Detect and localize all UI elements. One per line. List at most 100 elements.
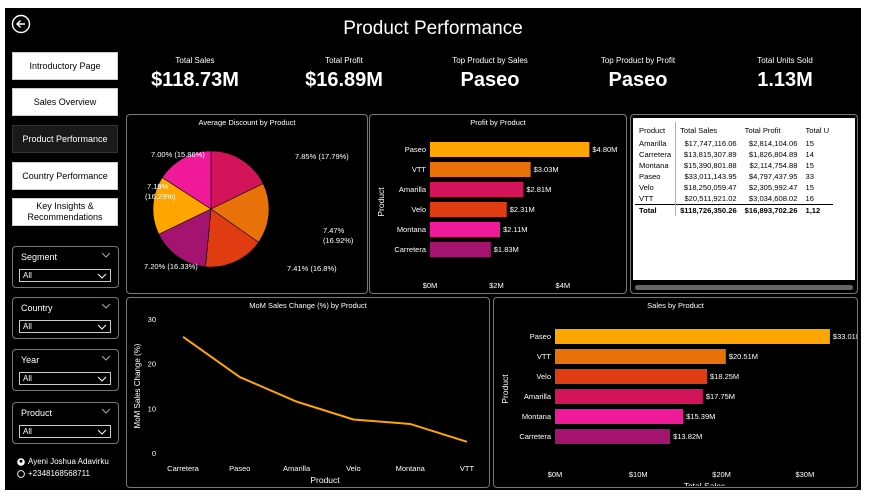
y-axis-title: Product [500,374,510,404]
year-slicer[interactable]: Year All [12,349,119,391]
product-matrix-panel: Product Total Sales Total Profit Total U… [630,114,858,294]
chevron-down-icon [97,376,107,382]
pie-data-label: 7.47% [323,226,345,235]
category-tick-label: Velo [536,372,551,381]
cell: $1,826,804.89 [748,150,798,159]
nav-country-performance[interactable]: Country Performance [12,162,118,190]
kpi-total-profit: Total Profit $16.89M [284,56,404,92]
dropdown-value: All [23,427,32,436]
country-dropdown[interactable]: All [19,320,111,333]
slicer-label: Year [21,355,40,365]
product-dropdown[interactable]: All [19,425,111,438]
product-matrix[interactable]: Product Total Sales Total Profit Total U… [635,122,834,216]
segment-dropdown[interactable]: All [19,269,111,282]
category-tick-label: Carretera [394,245,427,254]
col-header[interactable]: Total U [801,122,833,138]
bar[interactable] [430,222,501,237]
bar[interactable] [555,369,707,384]
chevron-down-icon [97,429,107,435]
cell: $15,390,801.88 [675,160,741,171]
bar[interactable] [430,182,524,197]
x-tick-label: $0M [548,470,563,479]
total-row[interactable]: Total $118,726,350.26 $16,893,702.26 1,12 [635,204,834,216]
chevron-down-icon[interactable] [102,251,110,259]
cell: $4,797,437.95 [748,172,798,181]
page-title: Product Performance [343,18,523,39]
country-slicer[interactable]: Country All [12,297,119,339]
chevron-down-icon[interactable] [102,354,110,362]
col-header[interactable]: Total Profit [741,122,802,138]
col-header[interactable]: Total Sales [675,122,741,138]
avg-discount-panel: Average Discount by Product 7.85% (17.79… [126,114,368,294]
pie-data-label: (16.92%) [323,236,354,245]
chevron-down-icon[interactable] [102,302,110,310]
y-tick-label: 10 [148,404,156,413]
bar[interactable] [555,349,726,364]
bar-data-label: $17.75M [706,392,735,401]
pie-data-label: 7.41% (16.8%) [287,264,337,273]
scrollbar-thumb[interactable] [635,285,853,290]
nav-sales-overview[interactable]: Sales Overview [12,88,118,116]
bar-data-label: $15.39M [686,412,715,421]
bar[interactable] [555,329,830,344]
slicer-label: Segment [21,252,58,262]
bar[interactable] [555,409,684,424]
year-dropdown[interactable]: All [19,372,111,385]
sales-bar-chart[interactable]: Paseo $33.01M VTT $20.51M Velo $18.25M Amarill… [494,308,857,486]
bar[interactable] [555,429,671,444]
author-name: Ayeni Joshua Adavirku [28,457,109,466]
col-header[interactable]: Product [635,122,676,138]
x-tick-label: Paseo [229,464,250,473]
kpi-label: Total Profit [325,56,363,65]
phone-icon [17,469,25,478]
category-tick-label: Montana [397,225,427,234]
footer-name: Ayeni Joshua Adavirku [17,457,109,466]
slicer-label: Product [21,408,53,418]
cell: $17,747,116.06 [675,138,741,149]
x-tick-label: $30M [795,470,814,479]
nav-key-insights[interactable]: Key Insights & Recommendations [12,198,118,226]
x-tick-label: VTT [460,464,475,473]
matrix-viewport: Product Total Sales Total Profit Total U… [633,118,855,280]
line-series[interactable] [182,336,468,443]
nav-product-performance[interactable]: Product Performance [12,125,118,153]
table-row[interactable]: Montana $15,390,801.88 $2,114,754.88 15 [635,160,833,171]
bar-data-label: $4.80M [592,145,617,154]
cell: 1,12 [801,204,834,216]
bar-data-label: $18.25M [710,372,739,381]
bar[interactable] [430,162,531,177]
product-slicer[interactable]: Product All [12,402,119,444]
sales-by-product-panel: Sales by Product Paseo$33.01MVTT$20.51MV… [493,297,858,488]
pie-chart[interactable]: 7.85% (17.79%) 7.47%(16.92%) 7.41% (16.8%)… [127,123,367,293]
table-row[interactable]: Amarilla $17,747,116.06 $2,814,104.06 15 [635,138,833,149]
bar[interactable] [430,242,491,257]
cell: Carretera [639,150,672,159]
table-row[interactable]: Velo $18,250,059.47 $2,305,992.47 15 [635,182,833,193]
bar[interactable] [555,389,703,404]
segment-slicer[interactable]: Segment All [12,246,119,288]
kpi-label: Total Units Sold [757,56,813,65]
x-tick-label: $20M [712,470,731,479]
cell: 14 [805,150,814,159]
table-row[interactable]: VTT $20,511,921.02 $3,034,608.02 16 [635,193,833,205]
category-tick-label: VTT [412,165,427,174]
kpi-value: 1.13M [757,69,813,91]
nav-introductory-page[interactable]: Introductory Page [12,52,118,80]
github-icon [17,457,25,466]
chevron-down-icon[interactable] [102,407,110,415]
table-row[interactable]: Carretera $13,815,307.89 $1,826,804.89 14 [635,149,833,160]
dropdown-value: All [23,322,32,331]
footer-phone: +2348168568711 [17,469,90,478]
horizontal-scrollbar[interactable] [635,285,853,290]
x-tick-label: Velo [346,464,361,473]
mom-line-chart[interactable]: 0 10 20 30 Carretera Paseo Amarilla Velo Montana… [127,308,489,486]
y-tick-label: 30 [148,315,156,324]
cell: $13,815,307.89 [675,149,741,160]
table-row[interactable]: Paseo $33,011,143.95 $4,797,437.95 33 [635,171,833,182]
bar[interactable] [430,142,590,157]
cell: $18,250,059.47 [675,182,741,193]
profit-bar-chart[interactable]: Paseo $4.80M VTT $3.03M Amarilla $2.81M Velo $2… [370,123,626,293]
chevron-down-icon [97,324,107,330]
bar[interactable] [430,202,507,217]
x-tick-label: Montana [396,464,426,473]
